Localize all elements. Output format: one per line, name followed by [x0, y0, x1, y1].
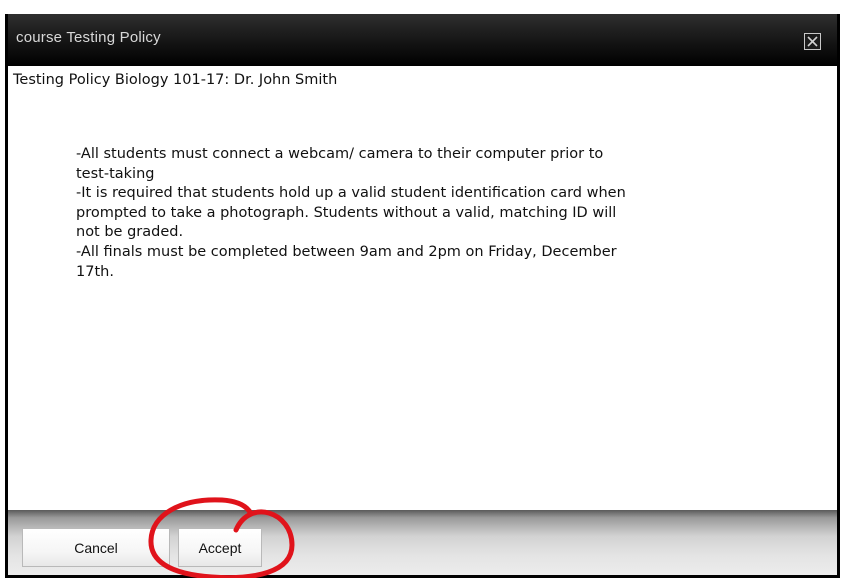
policy-line: -All finals must be completed between 9a… — [76, 243, 617, 260]
policy-line: not be graded. — [76, 224, 184, 241]
policy-heading: Testing Policy Biology 101-17: Dr. John … — [13, 72, 338, 88]
dialog-content: Testing Policy Biology 101-17: Dr. John … — [8, 66, 837, 510]
close-icon[interactable] — [804, 33, 821, 50]
dialog-footer: Cancel Accept — [8, 510, 837, 575]
policy-text: -All students must connect a webcam/ cam… — [76, 145, 776, 282]
policy-line: -All students must connect a webcam/ cam… — [76, 146, 604, 162]
dialog-titlebar: course Testing Policy — [8, 14, 837, 66]
policy-line: prompted to take a photograph. Students … — [76, 204, 617, 221]
cancel-button[interactable]: Cancel — [22, 528, 170, 567]
policy-line: 17th. — [76, 263, 114, 280]
accept-button[interactable]: Accept — [178, 528, 262, 567]
policy-line: test-taking — [76, 165, 155, 182]
testing-policy-dialog: course Testing Policy Testing Policy Bio… — [5, 14, 840, 578]
policy-line: -It is required that students hold up a … — [76, 185, 626, 202]
dialog-title: course Testing Policy — [16, 29, 161, 46]
